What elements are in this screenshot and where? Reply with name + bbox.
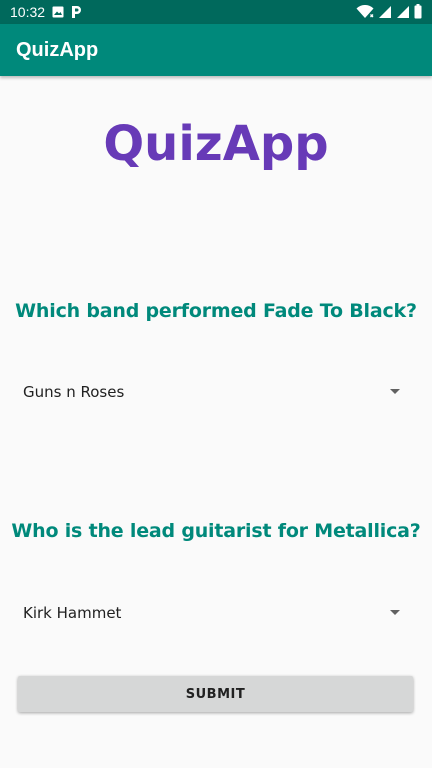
wifi-icon: [356, 4, 374, 18]
status-system-icons: [356, 4, 422, 19]
answer-2-selected-value: Kirk Hammet: [23, 604, 122, 622]
signal-icon: [397, 5, 409, 18]
status-notification-icons: [52, 5, 82, 19]
question-1-text: Which band performed Fade To Black?: [15, 300, 417, 322]
dropdown-arrow-icon: [390, 389, 400, 394]
signal-icon: [379, 5, 391, 18]
battery-icon: [414, 4, 422, 19]
dropdown-arrow-icon: [390, 610, 400, 615]
app-logo-text: QuizApp: [103, 116, 329, 172]
question-2-text: Who is the lead guitarist for Metallica?: [11, 520, 421, 542]
answer-1-dropdown[interactable]: Guns n Roses: [22, 374, 410, 410]
status-time: 10:32: [10, 4, 46, 20]
status-bar: 10:32: [0, 0, 432, 24]
app-bar-title: QuizApp: [16, 39, 99, 61]
answer-1-selected-value: Guns n Roses: [23, 383, 125, 401]
submit-button[interactable]: SUBMIT: [18, 676, 413, 712]
app-bar: QuizApp: [0, 24, 432, 76]
parking-icon: [72, 6, 81, 18]
image-icon: [52, 6, 64, 18]
answer-2-dropdown[interactable]: Kirk Hammet: [22, 595, 410, 631]
